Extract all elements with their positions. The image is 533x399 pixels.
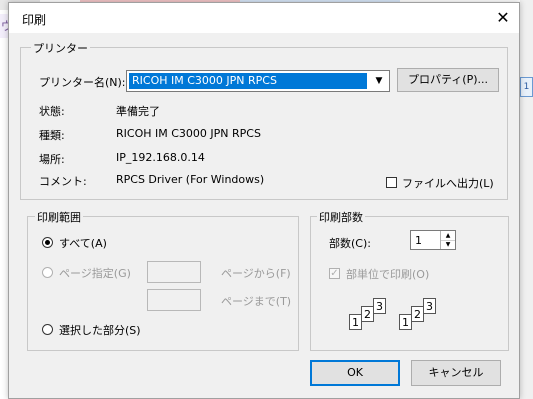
- print-to-file-label[interactable]: ファイルへ出力(L): [402, 175, 494, 191]
- copies-group-title: 印刷部数: [317, 209, 365, 225]
- collate-page-icon: 1: [349, 314, 362, 330]
- chevron-down-icon[interactable]: ▼: [371, 73, 387, 89]
- properties-button[interactable]: プロパティ(P)...: [397, 68, 499, 92]
- range-all-radio[interactable]: [42, 237, 53, 248]
- page-from-input[interactable]: [147, 261, 201, 283]
- ok-button[interactable]: OK: [310, 360, 400, 386]
- collate-page-icon: 2: [411, 306, 424, 322]
- copies-value: 1: [415, 234, 422, 247]
- spin-buttons: ▲ ▼: [440, 231, 455, 249]
- range-pages-radio[interactable]: [42, 267, 53, 278]
- page-to-input[interactable]: [147, 289, 201, 311]
- collate-page-icon: 1: [399, 314, 412, 330]
- page-to-label: ページまで(T): [221, 295, 292, 308]
- copies-label: 部数(C):: [329, 237, 371, 250]
- page-from-label: ページから(F): [221, 267, 291, 280]
- spin-down-icon[interactable]: ▼: [441, 240, 455, 249]
- type-value: RICOH IM C3000 JPN RPCS: [116, 127, 261, 140]
- location-value: IP_192.168.0.14: [116, 151, 205, 164]
- close-button[interactable]: ✕: [491, 6, 515, 30]
- collate-page-icon: 3: [373, 298, 386, 314]
- copies-spinbox[interactable]: 1 ▲ ▼: [410, 230, 456, 250]
- printer-group-title: プリンター: [31, 40, 90, 56]
- cancel-button[interactable]: キャンセル: [411, 360, 501, 386]
- collate-illustration-set-2: 3 2 1: [399, 298, 449, 332]
- radio-selected-dot: [45, 240, 50, 245]
- collate-checkbox[interactable]: ✓: [329, 268, 340, 279]
- collate-illustration-set-1: 3 2 1: [349, 298, 399, 332]
- close-icon: ✕: [496, 8, 510, 27]
- comment-value: RPCS Driver (For Windows): [116, 173, 265, 186]
- printer-name-selected: RICOH IM C3000 JPN RPCS: [129, 73, 367, 89]
- print-to-file-checkbox[interactable]: [386, 177, 397, 188]
- collate-page-icon: 2: [361, 306, 374, 322]
- printer-name-label: プリンター名(N):: [39, 76, 126, 89]
- dialog-title: 印刷: [22, 13, 47, 27]
- range-selection-radio[interactable]: [42, 324, 53, 335]
- print-dialog: 印刷 ✕ プリンター プリンター名(N): RICOH IM C3000 JPN…: [8, 2, 520, 399]
- background-app-button[interactable]: 1: [520, 77, 533, 97]
- comment-label: コメント:: [39, 175, 87, 188]
- range-pages-label[interactable]: ページ指定(G): [59, 265, 131, 281]
- collate-page-icon: 3: [423, 298, 436, 314]
- range-selection-label[interactable]: 選択した部分(S): [59, 322, 141, 338]
- range-all-label[interactable]: すべて(A): [59, 235, 107, 251]
- type-label: 種類:: [39, 129, 65, 142]
- printer-name-combobox[interactable]: RICOH IM C3000 JPN RPCS ▼: [126, 70, 390, 92]
- status-label: 状態:: [39, 105, 65, 118]
- print-range-group-title: 印刷範囲: [35, 209, 83, 225]
- checkmark-icon: ✓: [330, 268, 339, 279]
- location-label: 場所:: [39, 153, 65, 166]
- collate-label[interactable]: 部単位で印刷(O): [346, 266, 429, 282]
- background-app-area: [520, 0, 533, 399]
- title-bar[interactable]: 印刷 ✕: [9, 3, 519, 33]
- status-value: 準備完了: [116, 105, 160, 118]
